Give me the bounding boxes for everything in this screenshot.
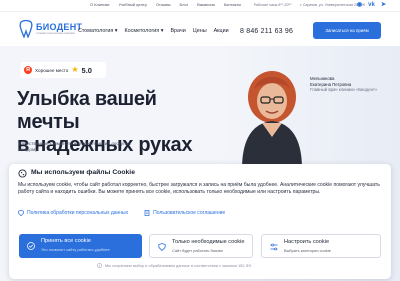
- nav-dentistry[interactable]: Стоматология ▾: [78, 28, 117, 34]
- sliders-icon: [270, 243, 278, 251]
- cookie-links: Политика обработки персональных данных П…: [18, 210, 225, 216]
- document-icon: [144, 210, 150, 216]
- top-nav: О Клинике Учебный центр Отзывы Блог Вака…: [90, 2, 241, 7]
- telegram-icon[interactable]: ➤: [380, 2, 387, 9]
- nav-prices[interactable]: Цены: [193, 28, 207, 34]
- info-icon: [97, 263, 102, 268]
- privacy-policy-label: Политика обработки персональных данных: [27, 210, 129, 216]
- nav-cosmetology[interactable]: Косметология ▾: [124, 28, 163, 34]
- rating-label: Хорошее место: [35, 67, 69, 73]
- nav-promotions[interactable]: Акции: [214, 28, 229, 34]
- accept-all-title: Принять все cookie: [41, 238, 91, 244]
- top-nav-item-contacts[interactable]: Контакты: [224, 2, 241, 7]
- yandex-icon: Я: [24, 66, 32, 74]
- hero-subtitle: Качественное стоматологическое лечение д…: [19, 141, 131, 152]
- cookie-title: Мы используем файлы Cookie: [31, 169, 135, 176]
- star-icon: ★: [71, 65, 79, 74]
- top-info-bar: О Клинике Учебный центр Отзывы Блог Вака…: [0, 0, 400, 12]
- doctor-role: Главный врач клиники «Биодент»: [310, 87, 378, 93]
- doctor-photo: [242, 71, 302, 169]
- settings-title: Настроить cookie: [284, 239, 330, 245]
- cookie-description: Мы используем cookie, чтобы сайт работал…: [18, 182, 380, 195]
- social-links: ◉ vk ➤: [356, 2, 387, 9]
- shield-icon: [158, 243, 166, 251]
- working-hours: Рабочие часы 8⁰⁰-20⁰⁰: [254, 3, 292, 7]
- check-circle-icon: [27, 242, 35, 250]
- book-appointment-button[interactable]: Записаться на приём: [313, 22, 381, 39]
- cookie-icon: [18, 169, 27, 178]
- logo[interactable]: БИОДЕНТ стоматологическая клиника: [19, 18, 85, 42]
- nav-doctors[interactable]: Врачи: [170, 28, 185, 34]
- top-nav-item-vacancies[interactable]: Вакансии: [197, 2, 215, 7]
- settings-subtitle: Выбрать категории cookie: [284, 248, 331, 253]
- cookie-footnote-text: Мы сохраняем выбор и обрабатываем данные…: [105, 263, 252, 268]
- accept-all-subtitle: Это позволит сайту работать удобнее: [41, 247, 110, 252]
- necessary-cookies-button[interactable]: Только необходимые cookie Сайт будет раб…: [149, 234, 253, 258]
- cookie-consent-dialog: Мы используем файлы Cookie Мы используем…: [9, 164, 391, 279]
- max-messenger-icon[interactable]: ◉: [356, 2, 363, 9]
- site-header: БИОДЕНТ стоматологическая клиника Стомат…: [0, 12, 400, 46]
- necessary-title: Только необходимые cookie: [172, 239, 245, 245]
- accept-all-cookies-button[interactable]: Принять все cookie Это позволит сайту ра…: [19, 234, 142, 258]
- top-nav-item-blog[interactable]: Блог: [180, 2, 189, 7]
- yandex-rating-badge[interactable]: Я Хорошее место ★ 5.0: [20, 62, 106, 78]
- top-nav-item-about[interactable]: О Клинике: [90, 2, 110, 7]
- top-nav-item-reviews[interactable]: Отзывы: [156, 2, 171, 7]
- vk-icon[interactable]: vk: [368, 2, 375, 9]
- hero-title-line1: Улыбка вашей мечты: [17, 88, 157, 133]
- user-agreement-label: Пользовательское соглашение: [153, 210, 226, 216]
- cookie-footnote: Мы сохраняем выбор и обрабатываем данные…: [97, 263, 251, 268]
- doctor-info: Мельникова Екатерина Петровна Главный вр…: [310, 76, 390, 93]
- privacy-policy-link[interactable]: Политика обработки персональных данных: [18, 210, 128, 216]
- rating-score: 5.0: [81, 65, 92, 75]
- necessary-subtitle: Сайт будет работать базово: [172, 248, 223, 253]
- tooth-logo-icon: [19, 20, 33, 38]
- user-agreement-link[interactable]: Пользовательское соглашение: [144, 210, 225, 216]
- phone-number[interactable]: 8 846 211 63 96: [240, 28, 293, 35]
- shield-icon: [18, 210, 24, 216]
- top-nav-item-education[interactable]: Учебный центр: [119, 2, 147, 7]
- main-nav: Стоматология ▾ Косметология ▾ Врачи Цены…: [78, 28, 229, 34]
- cookie-settings-button[interactable]: Настроить cookie Выбрать категории cooki…: [261, 234, 381, 258]
